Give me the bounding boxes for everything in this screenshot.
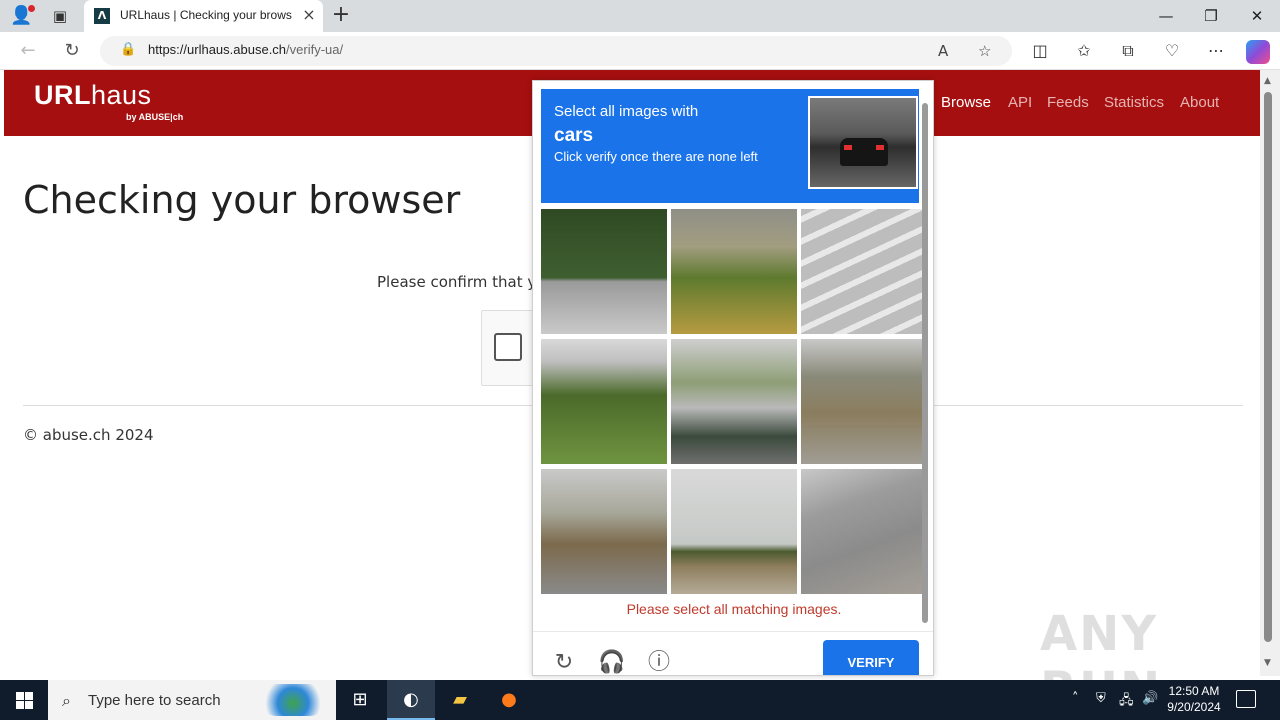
- show-hidden-icons-icon[interactable]: ˄: [1072, 691, 1079, 706]
- collections-icon[interactable]: ⧉: [1116, 40, 1140, 62]
- notification-center-icon[interactable]: [1236, 690, 1256, 708]
- start-button[interactable]: [0, 680, 48, 720]
- favorites-icon[interactable]: ✩: [1072, 40, 1096, 62]
- edge-icon[interactable]: ◐: [387, 680, 435, 720]
- tab-close-icon[interactable]: ×: [300, 6, 318, 24]
- more-options-icon[interactable]: ⋯: [1204, 40, 1228, 62]
- search-placeholder: Type here to search: [88, 692, 221, 709]
- url-host: https://urlhaus.abuse.ch: [148, 42, 287, 57]
- page-scrollbar[interactable]: ▲ ▼: [1260, 70, 1280, 676]
- volume-icon[interactable]: 🔊: [1142, 691, 1158, 706]
- profile-icon[interactable]: 👤: [10, 5, 35, 27]
- captcha-challenge: Select all images with cars Click verify…: [532, 80, 934, 676]
- sample-car: [840, 138, 888, 166]
- grid-tile[interactable]: [671, 469, 797, 594]
- notification-dot: [28, 5, 35, 12]
- prompt-target: cars: [554, 125, 594, 146]
- verify-button[interactable]: VERIFY: [823, 640, 919, 675]
- nav-statistics[interactable]: Statistics: [1104, 94, 1164, 111]
- network-icon[interactable]: 🖧: [1119, 691, 1134, 713]
- clock-time: 12:50 AM: [1168, 684, 1220, 698]
- lock-icon[interactable]: 🔒: [120, 42, 136, 57]
- challenge-scrollbar-thumb[interactable]: [922, 103, 928, 623]
- tab-title: URLhaus | Checking your browser: [120, 8, 292, 22]
- image-grid: [541, 209, 927, 595]
- logo-light: haus: [91, 80, 152, 110]
- captcha-checkbox[interactable]: [494, 333, 522, 361]
- taskbar-search[interactable]: ⌕ Type here to search: [48, 680, 336, 720]
- read-aloud-icon[interactable]: A: [938, 42, 948, 60]
- audio-challenge-icon[interactable]: 🎧: [598, 650, 625, 675]
- scrollbar-thumb[interactable]: [1264, 92, 1272, 642]
- new-tab-button[interactable]: +: [330, 3, 352, 27]
- task-view-icon[interactable]: ⊞: [336, 680, 384, 720]
- logo-sub: by ABUSE|ch: [126, 112, 184, 122]
- back-icon[interactable]: ←: [16, 40, 40, 62]
- grid-tile[interactable]: [801, 209, 927, 334]
- urlhaus-logo[interactable]: URLhaus: [34, 80, 152, 111]
- taillight-right: [876, 145, 884, 150]
- info-icon[interactable]: ⓘ: [646, 650, 672, 675]
- firefox-icon[interactable]: ●: [485, 680, 533, 720]
- copyright: © abuse.ch 2024: [23, 426, 154, 444]
- nav-about[interactable]: About: [1180, 94, 1219, 111]
- nav-browse[interactable]: Browse: [941, 94, 991, 111]
- prompt-instruction: Click verify once there are none left: [554, 149, 758, 164]
- tab-actions-icon[interactable]: ▣: [50, 6, 70, 26]
- prompt-line-1: Select all images with: [554, 103, 699, 120]
- logo-main: URL: [34, 80, 91, 110]
- clock[interactable]: 12:50 AM 9/20/2024: [1160, 683, 1228, 715]
- browser-essentials-icon[interactable]: ♡: [1160, 40, 1184, 62]
- windows-taskbar: ⌕ Type here to search ⊞ ◐ ▰ ● ˄ ⛨ 🖧 🔊 12…: [0, 680, 1280, 720]
- tab-active[interactable]: Λ URLhaus | Checking your browser ×: [84, 0, 323, 32]
- minimize-button[interactable]: —: [1148, 4, 1184, 28]
- address-bar-row: ← ↻ 🔒 https://urlhaus.abuse.ch/verify-ua…: [0, 32, 1280, 70]
- security-icon[interactable]: ⛨: [1096, 691, 1106, 706]
- url-text[interactable]: https://urlhaus.abuse.ch/verify-ua/: [148, 42, 343, 57]
- nav-api[interactable]: API: [1008, 94, 1032, 111]
- sample-image: [808, 96, 918, 189]
- taillight-left: [844, 145, 852, 150]
- nav-feeds[interactable]: Feeds: [1047, 94, 1089, 111]
- clock-date: 9/20/2024: [1167, 700, 1221, 714]
- challenge-footer: ↻ 🎧 ⓘ VERIFY: [533, 631, 933, 675]
- refresh-challenge-icon[interactable]: ↻: [551, 650, 577, 675]
- page-title: Checking your browser: [23, 178, 461, 222]
- url-path: /verify-ua/: [286, 42, 344, 57]
- grid-tile[interactable]: [541, 209, 667, 334]
- grid-tile[interactable]: [671, 339, 797, 464]
- confirm-text: Please confirm that yo: [377, 273, 546, 291]
- browser-titlebar: 👤 ▣ Λ URLhaus | Checking your browser × …: [0, 0, 1280, 32]
- challenge-scrollbar[interactable]: [920, 89, 930, 674]
- grid-tile[interactable]: [541, 469, 667, 594]
- urlhaus-favicon-icon: Λ: [94, 8, 110, 24]
- url-field[interactable]: 🔒 https://urlhaus.abuse.ch/verify-ua/ A …: [100, 36, 1012, 66]
- search-highlight-icon: [260, 684, 326, 716]
- close-window-button[interactable]: ✕: [1239, 4, 1275, 28]
- split-screen-icon[interactable]: ◫: [1028, 40, 1052, 62]
- error-message: Please select all matching images.: [626, 601, 842, 617]
- search-icon: ⌕: [62, 691, 71, 710]
- file-explorer-icon[interactable]: ▰: [436, 680, 484, 720]
- grid-tile[interactable]: [801, 469, 927, 594]
- grid-tile[interactable]: [801, 339, 927, 464]
- challenge-prompt: Select all images with cars Click verify…: [541, 89, 919, 203]
- copilot-icon[interactable]: [1246, 40, 1270, 64]
- restore-button[interactable]: ❐: [1193, 4, 1229, 28]
- scroll-up-icon[interactable]: ▲: [1264, 76, 1271, 86]
- favorite-star-icon[interactable]: ☆: [978, 42, 991, 60]
- refresh-icon[interactable]: ↻: [60, 40, 84, 62]
- grid-tile[interactable]: [671, 209, 797, 334]
- grid-tile[interactable]: [541, 339, 667, 464]
